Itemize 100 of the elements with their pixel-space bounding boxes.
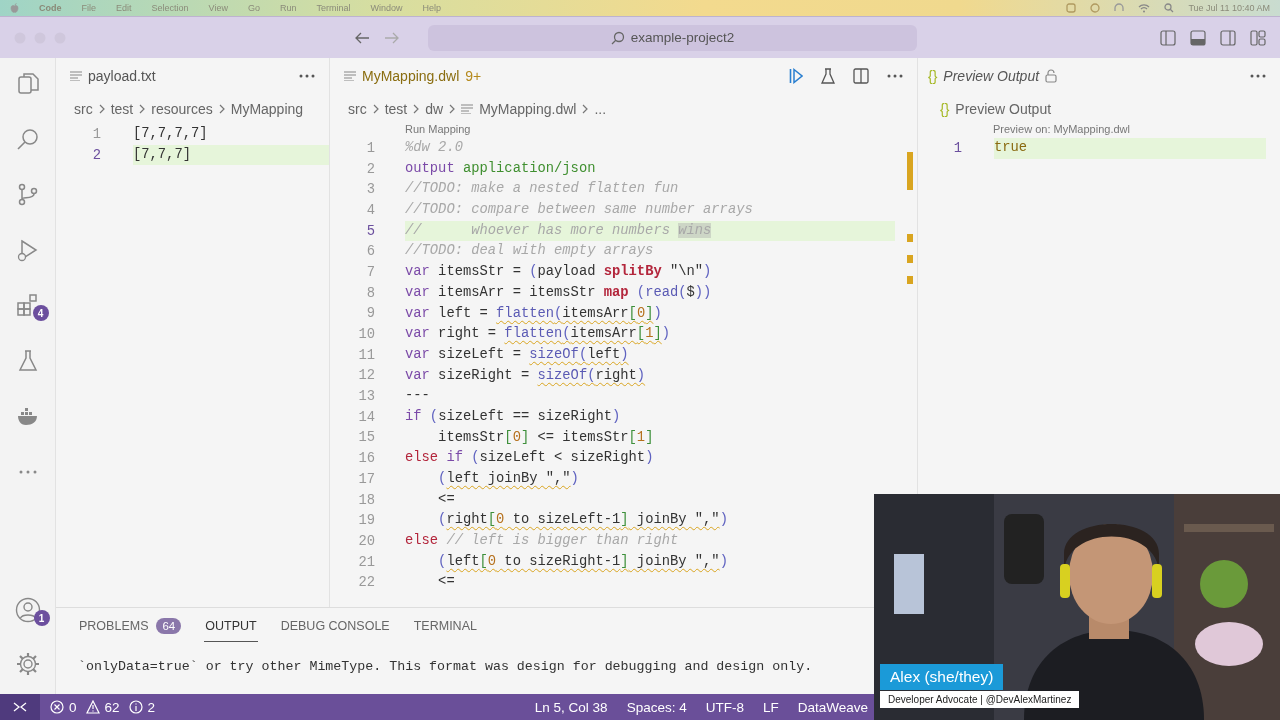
line-number: 18 [357, 492, 375, 508]
code-line: (left[0 to sizeRight-1] joinBy ",") [437, 552, 729, 571]
wifi-icon[interactable] [1138, 3, 1151, 13]
remote-icon [13, 701, 27, 713]
code-line: output application/json [405, 159, 597, 178]
line-number: 7 [365, 264, 375, 280]
line-number: 2 [365, 161, 375, 177]
code-line: var itemsArr = itemsStr map (read($)) [405, 283, 713, 302]
line-number: 2 [91, 147, 101, 163]
code-line: if (sizeLeft == sizeRight) [405, 407, 622, 426]
breadcrumb[interactable]: Preview Output [955, 101, 1052, 117]
extensions-icon[interactable] [15, 293, 40, 317]
panel-tab[interactable]: DEBUG CONSOLE [279, 610, 391, 642]
flask-icon[interactable] [821, 68, 835, 84]
square-icon[interactable] [1066, 3, 1077, 13]
breadcrumb[interactable]: src [348, 101, 367, 117]
file-lines-icon [344, 71, 356, 81]
breadcrumb[interactable]: MyMapping [230, 101, 304, 117]
chevron-icon [372, 104, 379, 114]
panel-tab[interactable]: TERMINAL [412, 610, 478, 642]
command-search-field[interactable]: example-project2 [428, 24, 917, 51]
breadcrumb[interactable]: resources [151, 101, 213, 117]
remote-button[interactable] [0, 694, 40, 720]
settings-gear-icon[interactable] [14, 651, 41, 677]
breadcrumb[interactable]: test [384, 101, 408, 117]
code-line: var itemsStr = (payload splitBy "\n") [405, 263, 713, 282]
play-bug-icon[interactable] [15, 237, 40, 262]
breadcrumb[interactable]: dw [425, 101, 444, 117]
line-number: 5 [365, 223, 375, 239]
file-lines-icon [70, 71, 82, 81]
code-line: itemsStr[0] <= itemsStr[1] [437, 428, 655, 447]
run-icon[interactable] [789, 68, 803, 84]
status-item[interactable]: LF [762, 699, 779, 715]
code-line: var sizeRight = sizeOf(right) [405, 366, 647, 385]
code-line: else if (sizeLeft < sizeRight) [405, 449, 655, 468]
panel-layout-icon[interactable] [1190, 29, 1206, 46]
line-number: 20 [357, 533, 375, 549]
breadcrumb[interactable]: test [110, 101, 134, 117]
line-number: 19 [357, 513, 375, 529]
line-number: 4 [365, 202, 375, 218]
code-line: %dw 2.0 [405, 139, 464, 157]
status-item[interactable]: UTF-8 [705, 699, 744, 715]
apple-icon [10, 3, 19, 13]
line-number: 13 [357, 389, 375, 405]
chevron-icon [139, 104, 146, 114]
line-number: 1 [365, 140, 375, 156]
chevron-icon [449, 104, 456, 114]
code-line: <= [437, 490, 456, 509]
split-editor-icon[interactable] [853, 68, 869, 84]
count-badge: 4 [32, 305, 49, 321]
breadcrumb[interactable]: src [74, 101, 93, 117]
code-line: --- [405, 387, 431, 406]
more-icon[interactable] [299, 74, 315, 78]
warning-icon [85, 700, 100, 714]
line-number: 9 [365, 306, 375, 322]
menubar-clock: Tue Jul 11 10:40 AM [1188, 3, 1270, 13]
circle-icon[interactable] [1090, 3, 1101, 13]
secondary-sidebar-layout-icon[interactable] [1220, 29, 1236, 46]
code-line: var sizeLeft = sizeOf(left) [405, 345, 630, 364]
search-icon[interactable] [1164, 3, 1175, 13]
panel-tab[interactable]: OUTPUT [204, 610, 258, 642]
more-icon[interactable] [1250, 74, 1266, 78]
line-number: 3 [365, 182, 375, 198]
editor-tab[interactable]: payload.txt [70, 68, 156, 84]
breadcrumb[interactable]: MyMapping.dwl [479, 101, 577, 117]
line-number: 15 [357, 430, 375, 446]
preview-caption: Preview on: MyMapping.dwl [992, 122, 1131, 137]
braces-glyph: {} [928, 68, 938, 84]
search-icon[interactable] [15, 126, 40, 151]
code-line: var left = flatten(itemsArr[0]) [405, 304, 663, 323]
status-item[interactable]: Spaces: 4 [626, 699, 687, 715]
customize-layout-icon[interactable] [1250, 29, 1266, 46]
editor-tab[interactable]: {} Preview Output [928, 68, 1058, 84]
status-item[interactable]: Ln 5, Col 38 [534, 699, 608, 715]
count-badge: 1 [33, 610, 50, 626]
more-icon[interactable] [887, 74, 903, 78]
sidebar-layout-icon[interactable] [1160, 29, 1176, 46]
back-arrow-icon[interactable] [354, 30, 370, 45]
line-number: 14 [357, 409, 375, 425]
account-icon[interactable] [14, 597, 41, 623]
editor-tab[interactable]: MyMapping.dwl 9+ [344, 68, 482, 84]
breadcrumb[interactable]: ... [594, 101, 607, 117]
files-icon[interactable] [15, 71, 40, 95]
panel-tab[interactable]: PROBLEMS 64 [78, 610, 183, 642]
code-line: <= [437, 573, 456, 592]
code-line: //TODO: deal with empty arrays [405, 242, 655, 261]
lock-icon[interactable] [1045, 69, 1058, 83]
headphones-icon[interactable] [1114, 3, 1125, 13]
code-line: [7,7,7,7] [133, 125, 209, 143]
search-icon [610, 30, 625, 45]
codelens-link[interactable]: Run Mapping [330, 122, 917, 138]
line-number: 10 [357, 327, 375, 343]
code-line: //TODO: compare between same number arrays [405, 201, 754, 220]
line-number: 12 [357, 368, 375, 384]
problems-status[interactable]: 0 62 2 [50, 699, 160, 715]
status-item[interactable]: DataWeave [797, 699, 868, 715]
chevron-icon [413, 104, 420, 114]
name-caption: Alex (she/they) [880, 664, 1004, 690]
file-lines-icon [461, 104, 474, 114]
count-badge: 64 [156, 617, 182, 634]
